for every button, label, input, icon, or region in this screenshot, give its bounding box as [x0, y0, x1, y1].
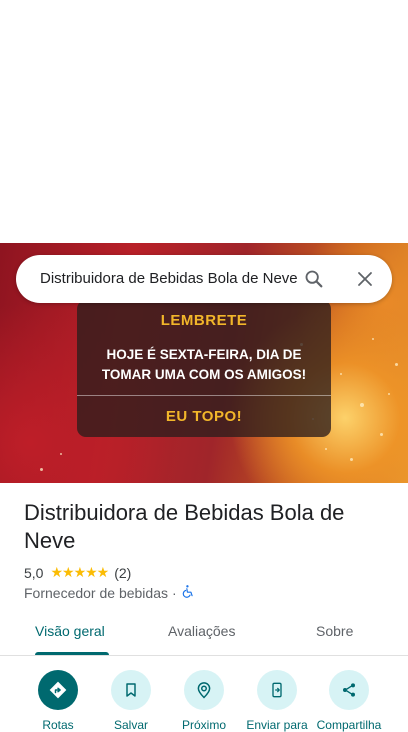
rating-value: 5,0 [24, 564, 44, 581]
close-icon[interactable] [351, 265, 379, 293]
directions-icon [38, 670, 78, 710]
nearby-label: Próximo [181, 718, 226, 732]
directions-label: Rotas [42, 718, 74, 732]
send-to-phone-button[interactable]: Enviar para [242, 670, 312, 732]
bookmark-icon [111, 670, 151, 710]
search-bar [16, 255, 392, 303]
tab-reviews[interactable]: Avaliações [168, 623, 235, 639]
place-title: Distribuidora de Bebidas Bola de Neve [24, 500, 345, 553]
rating-row[interactable]: 5,0 ★★★★★ (2) [24, 564, 131, 581]
category-row: Fornecedor de bebidas · [24, 584, 195, 601]
action-buttons: Rotas Salvar Próximo Enviar para Compart… [0, 670, 408, 732]
nearby-icon [184, 670, 224, 710]
place-category[interactable]: Fornecedor de bebidas [24, 585, 168, 601]
send-to-phone-icon [257, 670, 297, 710]
review-count[interactable]: (2) [114, 565, 131, 581]
star-rating-icon: ★★★★★ [50, 564, 109, 580]
directions-button[interactable]: Rotas [23, 670, 93, 732]
save-label: Salvar [113, 718, 148, 732]
save-button[interactable]: Salvar [96, 670, 166, 732]
tab-overview[interactable]: Visão geral [35, 623, 105, 639]
blank-area [0, 0, 408, 243]
reminder-divider [77, 395, 331, 396]
reminder-title: LEMBRETE [160, 312, 248, 329]
active-tab-indicator [35, 652, 109, 655]
share-label: Compartilha [316, 718, 382, 732]
reminder-message: HOJE É SEXTA-FEIRA, DIA DE TOMAR UMA COM… [101, 347, 307, 382]
reminder-cta: EU TOPO! [165, 408, 243, 425]
place-tabs: Visão geral Avaliações Sobre [0, 615, 408, 656]
reminder-banner: LEMBRETE HOJE É SEXTA-FEIRA, DIA DE TOMA… [77, 300, 331, 437]
separator-dot: · [172, 584, 177, 601]
tab-about[interactable]: Sobre [316, 623, 353, 639]
share-button[interactable]: Compartilha [314, 670, 384, 732]
search-icon[interactable] [300, 265, 328, 293]
send-to-label: Enviar para [246, 718, 308, 732]
nearby-button[interactable]: Próximo [169, 670, 239, 732]
search-input[interactable] [40, 255, 302, 303]
wheelchair-icon [181, 584, 195, 601]
share-icon [329, 670, 369, 710]
